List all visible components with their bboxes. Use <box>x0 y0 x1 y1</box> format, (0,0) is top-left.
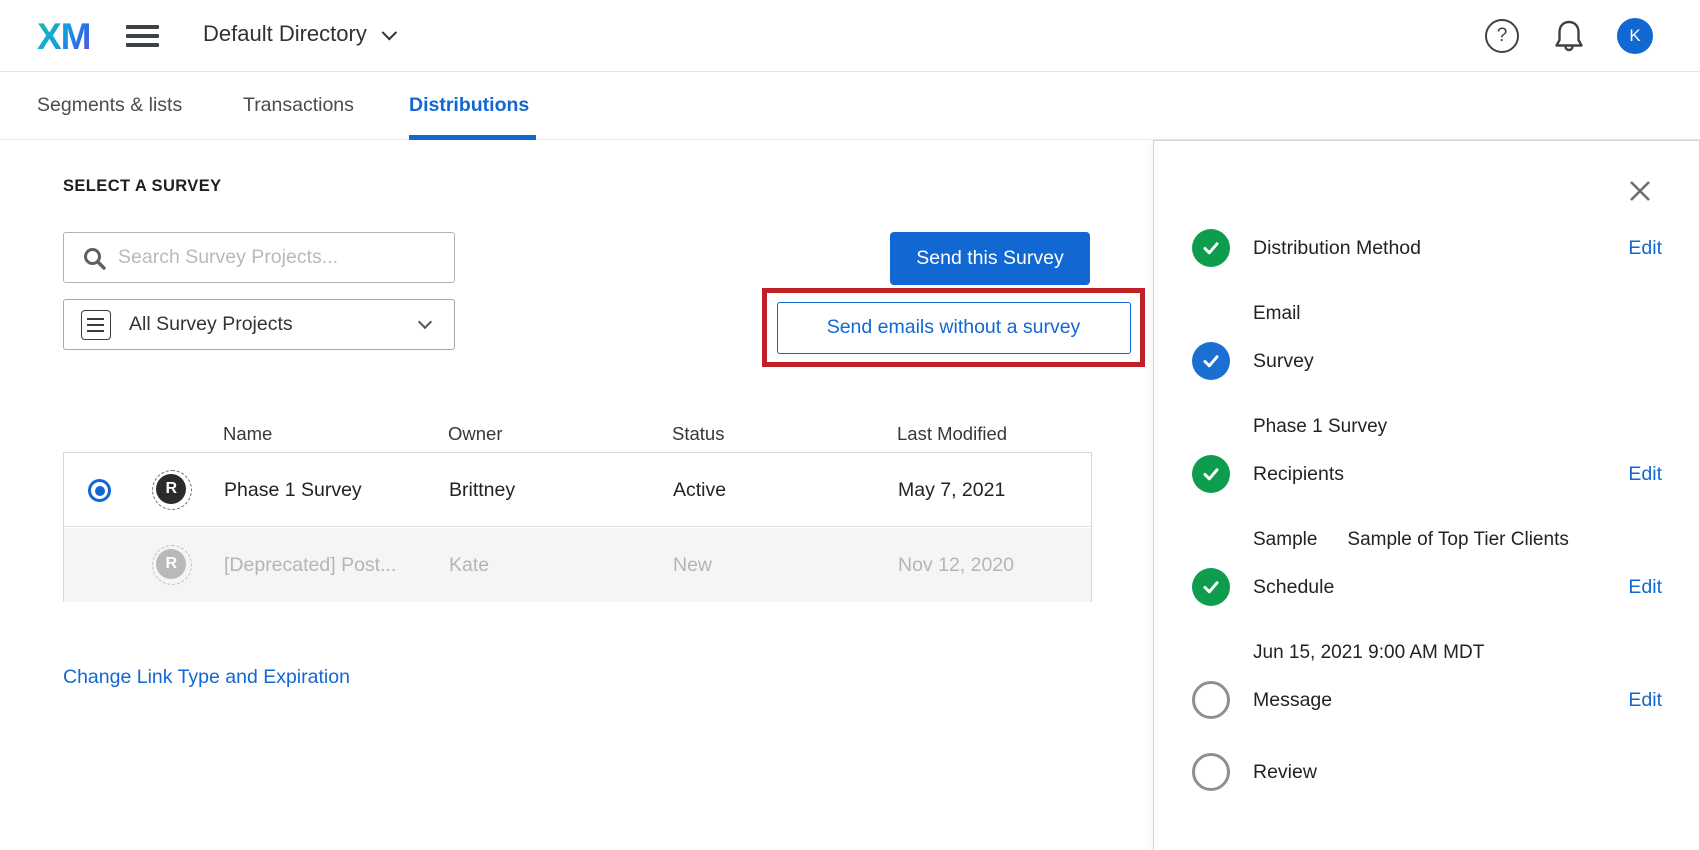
search-input[interactable] <box>118 234 448 281</box>
help-button[interactable]: ? <box>1485 19 1519 53</box>
column-header-owner: Owner <box>448 423 503 444</box>
directory-dropdown[interactable]: Default Directory <box>203 21 397 47</box>
check-complete-icon <box>1192 455 1230 493</box>
radio-selected-icon[interactable] <box>88 479 111 502</box>
survey-project-icon: R <box>152 545 192 585</box>
step-distribution-method: Distribution Method Edit <box>1192 229 1662 267</box>
column-header-name: Name <box>223 423 273 444</box>
check-complete-icon <box>1192 229 1230 267</box>
tab-distributions[interactable]: Distributions <box>409 94 529 117</box>
step-recipients: Recipients Edit <box>1192 455 1662 493</box>
cell-last-modified: May 7, 2021 <box>898 479 1006 501</box>
step-value: Jun 15, 2021 9:00 AM MDT <box>1253 642 1485 663</box>
step-pending-icon <box>1192 681 1230 719</box>
top-bar: XM Default Directory ? K <box>0 0 1700 72</box>
tab-bar: Segments & lists Transactions Distributi… <box>0 72 1700 140</box>
column-header-last-modified: Last Modified <box>897 423 1008 444</box>
step-label: Recipients <box>1253 462 1345 485</box>
edit-schedule-link[interactable]: Edit <box>1628 576 1662 599</box>
step-label: Schedule <box>1253 575 1335 598</box>
xm-logo: XM <box>37 16 91 57</box>
cell-owner: Brittney <box>449 479 516 501</box>
survey-search <box>63 232 455 283</box>
step-schedule: Schedule Edit <box>1192 568 1662 606</box>
chevron-down-icon <box>381 24 397 41</box>
close-button[interactable] <box>1626 177 1654 205</box>
cell-name: Phase 1 Survey <box>224 479 362 501</box>
step-value: Email <box>1253 303 1301 324</box>
hamburger-menu-icon[interactable] <box>126 25 159 47</box>
close-icon <box>1630 181 1650 201</box>
step-survey: Survey <box>1192 342 1662 380</box>
change-link-type-link[interactable]: Change Link Type and Expiration <box>63 666 350 689</box>
edit-distribution-method-link[interactable]: Edit <box>1628 237 1662 260</box>
send-this-survey-button[interactable]: Send this Survey <box>890 232 1090 285</box>
distribution-steps-panel: Distribution Method Edit Email Survey Ph… <box>1153 140 1700 850</box>
step-label: Message <box>1253 688 1333 711</box>
recipients-type: Sample <box>1253 529 1318 550</box>
check-complete-icon <box>1192 568 1230 606</box>
cell-last-modified: Nov 12, 2020 <box>898 554 1015 576</box>
search-icon <box>84 248 106 270</box>
table-row[interactable]: R Phase 1 Survey Brittney Active May 7, … <box>64 453 1091 527</box>
step-review: Review <box>1192 753 1662 791</box>
step-message: Message Edit <box>1192 681 1662 719</box>
edit-message-link[interactable]: Edit <box>1628 689 1662 712</box>
recipients-sample-name: Sample of Top Tier Clients <box>1347 529 1569 550</box>
filter-selected-value: All Survey Projects <box>129 313 293 335</box>
project-filter-dropdown[interactable]: All Survey Projects <box>63 299 455 350</box>
survey-table: R Phase 1 Survey Brittney Active May 7, … <box>63 452 1092 602</box>
list-icon <box>81 310 111 340</box>
bell-icon <box>1555 20 1583 52</box>
step-value: Sample Sample of Top Tier Clients <box>1253 529 1569 551</box>
question-icon: ? <box>1496 25 1508 46</box>
check-current-icon <box>1192 342 1230 380</box>
step-label: Review <box>1253 760 1317 783</box>
cell-status: Active <box>673 479 727 501</box>
step-label: Distribution Method <box>1253 236 1421 259</box>
survey-project-icon: R <box>152 470 192 510</box>
step-label: Survey <box>1253 349 1314 372</box>
column-header-status: Status <box>672 423 725 444</box>
active-tab-underline <box>409 135 536 140</box>
page-title: SELECT A SURVEY <box>63 177 222 195</box>
tab-transactions[interactable]: Transactions <box>243 94 354 117</box>
table-row[interactable]: R [Deprecated] Post... Kate New Nov 12, … <box>64 528 1091 602</box>
user-avatar[interactable]: K <box>1617 18 1653 54</box>
directory-label: Default Directory <box>203 21 367 46</box>
notifications-button[interactable] <box>1553 19 1585 53</box>
edit-recipients-link[interactable]: Edit <box>1628 463 1662 486</box>
send-emails-without-survey-button[interactable]: Send emails without a survey <box>776 301 1131 354</box>
chevron-down-icon <box>417 314 433 330</box>
step-value: Phase 1 Survey <box>1253 416 1388 437</box>
annotation-highlight-box: Send emails without a survey <box>762 288 1145 367</box>
tab-segments-lists[interactable]: Segments & lists <box>37 94 182 117</box>
cell-owner: Kate <box>449 554 490 576</box>
app-window: XM Default Directory ? K Segments & list… <box>0 0 1700 850</box>
step-pending-icon <box>1192 753 1230 791</box>
cell-status: New <box>673 554 713 576</box>
cell-name: [Deprecated] Post... <box>224 554 397 576</box>
